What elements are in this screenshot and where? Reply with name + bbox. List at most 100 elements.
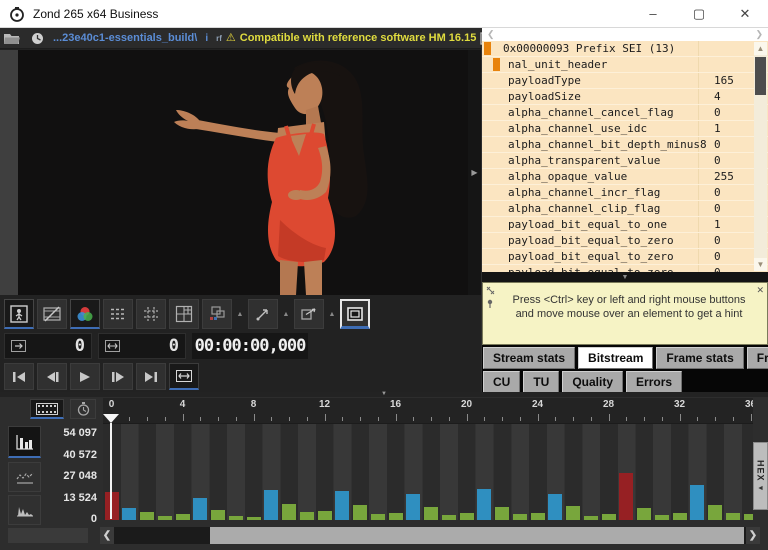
nal-row[interactable]: alpha_channel_cancel_flag 0: [482, 105, 768, 121]
nal-row[interactable]: payload_bit_equal_to_one 1: [482, 217, 768, 233]
nal-row[interactable]: payload_bit_equal_to_zero 0: [482, 265, 768, 272]
chart-bar-frame-18[interactable]: [424, 507, 438, 520]
tab-quality[interactable]: Quality: [562, 371, 624, 393]
nal-row[interactable]: payloadType 165: [482, 73, 768, 89]
mv-dropdown-caret[interactable]: ▲: [327, 299, 337, 329]
cu-info-button[interactable]: [202, 299, 232, 329]
tab-bitstream[interactable]: Bitstream: [578, 347, 654, 369]
nal-row[interactable]: alpha_transparent_value 0: [482, 153, 768, 169]
hint-splitter[interactable]: ▼: [482, 272, 768, 282]
nal-row[interactable]: 0x00000093 Prefix SEI (13): [482, 41, 768, 57]
info-icon[interactable]: i: [205, 33, 208, 44]
step-back-button[interactable]: [37, 363, 67, 390]
close-button[interactable]: ✕: [722, 0, 768, 27]
motion-vectors-button[interactable]: [294, 299, 324, 329]
chart-bar-frame-21[interactable]: [477, 489, 492, 520]
scroll-right-icon[interactable]: ❯: [755, 30, 763, 39]
chart-bar-frame-6[interactable]: [211, 510, 225, 520]
chart-bar-frame-1[interactable]: [122, 508, 137, 520]
film-disable-button[interactable]: [37, 299, 67, 329]
nal-row[interactable]: alpha_channel_use_idc 1: [482, 121, 768, 137]
tab-frame-info[interactable]: Frame info: [746, 347, 768, 369]
chart-bar-frame-34[interactable]: [708, 505, 722, 520]
frames-axis-button[interactable]: [30, 399, 64, 419]
nal-row[interactable]: alpha_opaque_value 255: [482, 169, 768, 185]
hex-view-tab[interactable]: HEX ◄: [753, 442, 768, 510]
nal-row[interactable]: payload_bit_equal_to_zero 0: [482, 249, 768, 265]
slice-lines-button[interactable]: [103, 299, 133, 329]
chart-bar-frame-5[interactable]: [193, 498, 208, 520]
chart-bar-frame-15[interactable]: [370, 514, 385, 520]
chart-bar-frame-24[interactable]: [530, 513, 545, 520]
chart-bar-frame-22[interactable]: [495, 507, 509, 520]
tab-tu[interactable]: TU: [523, 371, 560, 393]
tab-errors[interactable]: Errors: [626, 371, 683, 393]
intra-direction-button[interactable]: [248, 299, 278, 329]
nal-row[interactable]: alpha_channel_incr_flag 0: [482, 185, 768, 201]
video-frame-view[interactable]: [18, 50, 468, 295]
scroll-down-icon[interactable]: ▼: [754, 258, 767, 271]
chart-bar-frame-12[interactable]: [317, 511, 332, 520]
fit-frame-toggle-button[interactable]: [169, 363, 199, 390]
nal-row[interactable]: alpha_channel_bit_depth_minus8 0: [482, 137, 768, 153]
frame-offset-field[interactable]: 0: [98, 333, 186, 359]
hint-pin-icon[interactable]: [486, 299, 495, 308]
tab-cu[interactable]: CU: [483, 371, 521, 393]
chart-bar-frame-8[interactable]: [246, 517, 261, 520]
frame-number-field[interactable]: 0: [4, 333, 92, 359]
go-first-frame-button[interactable]: [4, 363, 34, 390]
go-last-frame-button[interactable]: [136, 363, 166, 390]
minimize-button[interactable]: –: [630, 0, 676, 27]
nal-vertical-scrollbar[interactable]: ▲ ▼: [754, 42, 767, 271]
step-forward-button[interactable]: [103, 363, 133, 390]
tab-stream-stats[interactable]: Stream stats: [483, 347, 576, 369]
chart-bar-frame-30[interactable]: [637, 508, 651, 520]
chart-bar-frame-31[interactable]: [654, 515, 669, 520]
chart-bar-frame-17[interactable]: [406, 494, 421, 520]
hint-expand-icon[interactable]: [486, 286, 495, 295]
chart-bar-frame-26[interactable]: [566, 506, 580, 520]
nal-row[interactable]: nal_unit_header: [482, 57, 768, 73]
chart-bar-frame-7[interactable]: [228, 516, 243, 520]
chart-bar-frame-33[interactable]: [690, 485, 705, 520]
chart-bar-frame-3[interactable]: [157, 516, 172, 520]
nal-row[interactable]: payload_bit_equal_to_zero 0: [482, 233, 768, 249]
chart-bar-frame-36[interactable]: [743, 514, 753, 520]
chart-bar-frame-27[interactable]: [583, 516, 598, 520]
chart-bar-frame-10[interactable]: [282, 504, 296, 520]
chart-bar-frame-19[interactable]: [441, 515, 456, 520]
yuv-channels-button[interactable]: [70, 299, 100, 329]
maximize-button[interactable]: ▢: [676, 0, 722, 27]
nal-row[interactable]: payloadSize 4: [482, 89, 768, 105]
tab-frame-stats[interactable]: Frame stats: [656, 347, 744, 369]
chart-plot[interactable]: [103, 423, 753, 520]
scrollbar-left-icon[interactable]: ❮: [100, 527, 114, 544]
playhead-marker[interactable]: [103, 414, 119, 423]
cu-partition-button[interactable]: [169, 299, 199, 329]
scrollbar-right-icon[interactable]: ❯: [746, 527, 760, 544]
scrollbar-thumb[interactable]: [755, 57, 766, 95]
display-mode-button[interactable]: [340, 299, 370, 329]
chart-bar-frame-16[interactable]: [388, 513, 403, 520]
file-path-link[interactable]: ...23e40c1-essentials_build\: [53, 32, 197, 44]
chart-bar-frame-14[interactable]: [353, 505, 367, 520]
recent-files-button[interactable]: [28, 30, 47, 47]
chart-splitter[interactable]: ▼: [0, 391, 768, 397]
chart-bar-frame-29[interactable]: [619, 473, 634, 520]
chart-bar-frame-35[interactable]: [725, 513, 740, 520]
chart-bar-frame-32[interactable]: [672, 513, 687, 520]
vertical-splitter[interactable]: ▶: [468, 50, 481, 295]
chart-bar-frame-11[interactable]: [299, 512, 314, 520]
chart-bar-frame-9[interactable]: [264, 490, 279, 520]
scroll-up-icon[interactable]: ▲: [754, 42, 767, 55]
chart-bar-frame-25[interactable]: [548, 494, 563, 520]
play-button[interactable]: [70, 363, 100, 390]
timeline-scrollbar[interactable]: ❮ ❯: [100, 527, 760, 544]
cu-info-dropdown-caret[interactable]: ▲: [235, 299, 245, 329]
chart-bar-frame-28[interactable]: [601, 514, 616, 520]
timeline-ruler[interactable]: 0 4 8 12 16 20 24 28 32 36: [103, 398, 753, 423]
time-axis-button[interactable]: [70, 399, 96, 419]
scroll-left-icon[interactable]: ❮: [487, 30, 495, 39]
chart-bar-frame-2[interactable]: [140, 512, 154, 520]
timeline-scrollbar-thumb[interactable]: [210, 527, 744, 544]
